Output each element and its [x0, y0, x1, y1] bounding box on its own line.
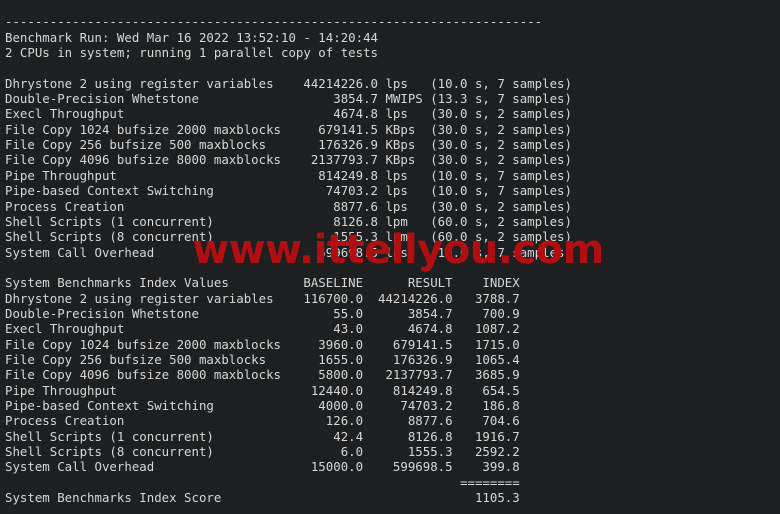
- terminal-line: Dhrystone 2 using register variables 442…: [5, 75, 572, 91]
- terminal-line: Pipe-based Context Switching 4000.0 7470…: [5, 397, 520, 413]
- terminal-line: Shell Scripts (8 concurrent) 1555.3 lpm …: [5, 229, 572, 245]
- terminal-line: Double-Precision Whetstone 55.0 3854.7 7…: [5, 305, 520, 321]
- terminal-line: System Benchmarks Index Score 1105.3: [5, 490, 520, 506]
- terminal-output: ----------------------------------------…: [5, 14, 775, 514]
- terminal-line: Double-Precision Whetstone 3854.7 MWIPS …: [5, 91, 572, 107]
- terminal-line: File Copy 256 bufsize 500 maxblocks 1655…: [5, 351, 520, 367]
- terminal-line: File Copy 1024 bufsize 2000 maxblocks 67…: [5, 121, 572, 137]
- terminal-line: Dhrystone 2 using register variables 116…: [5, 290, 520, 306]
- terminal-line: Shell Scripts (1 concurrent) 8126.8 lpm …: [5, 213, 572, 229]
- terminal-line: Process Creation 126.0 8877.6 704.6: [5, 413, 520, 429]
- terminal-screen: ----------------------------------------…: [0, 0, 780, 514]
- terminal-line: ========: [5, 474, 520, 490]
- terminal-line: Pipe Throughput 12440.0 814249.8 654.5: [5, 382, 520, 398]
- terminal-line: File Copy 1024 bufsize 2000 maxblocks 39…: [5, 336, 520, 352]
- terminal-line: Benchmark Run: Wed Mar 16 2022 13:52:10 …: [5, 29, 378, 45]
- terminal-line: System Call Overhead 15000.0 599698.5 39…: [5, 459, 520, 475]
- terminal-line: 2 CPUs in system; running 1 parallel cop…: [5, 45, 378, 61]
- terminal-line: Execl Throughput 43.0 4674.8 1087.2: [5, 321, 520, 337]
- terminal-line: System Call Overhead 599698.5 lps (10.0 …: [5, 244, 572, 260]
- terminal-line: Process Creation 8877.6 lps (30.0 s, 2 s…: [5, 198, 572, 214]
- terminal-line: Execl Throughput 4674.8 lps (30.0 s, 2 s…: [5, 106, 572, 122]
- terminal-line: File Copy 4096 bufsize 8000 maxblocks 58…: [5, 367, 520, 383]
- terminal-line: Pipe Throughput 814249.8 lps (10.0 s, 7 …: [5, 167, 572, 183]
- terminal-line: Shell Scripts (1 concurrent) 42.4 8126.8…: [5, 428, 520, 444]
- terminal-line: File Copy 4096 bufsize 8000 maxblocks 21…: [5, 152, 572, 168]
- terminal-line: Shell Scripts (8 concurrent) 6.0 1555.3 …: [5, 444, 520, 460]
- terminal-line: System Benchmarks Index Values BASELINE …: [5, 275, 520, 291]
- terminal-line: File Copy 256 bufsize 500 maxblocks 1763…: [5, 137, 572, 153]
- terminal-line: Pipe-based Context Switching 74703.2 lps…: [5, 183, 572, 199]
- terminal-line: ----------------------------------------…: [5, 14, 543, 30]
